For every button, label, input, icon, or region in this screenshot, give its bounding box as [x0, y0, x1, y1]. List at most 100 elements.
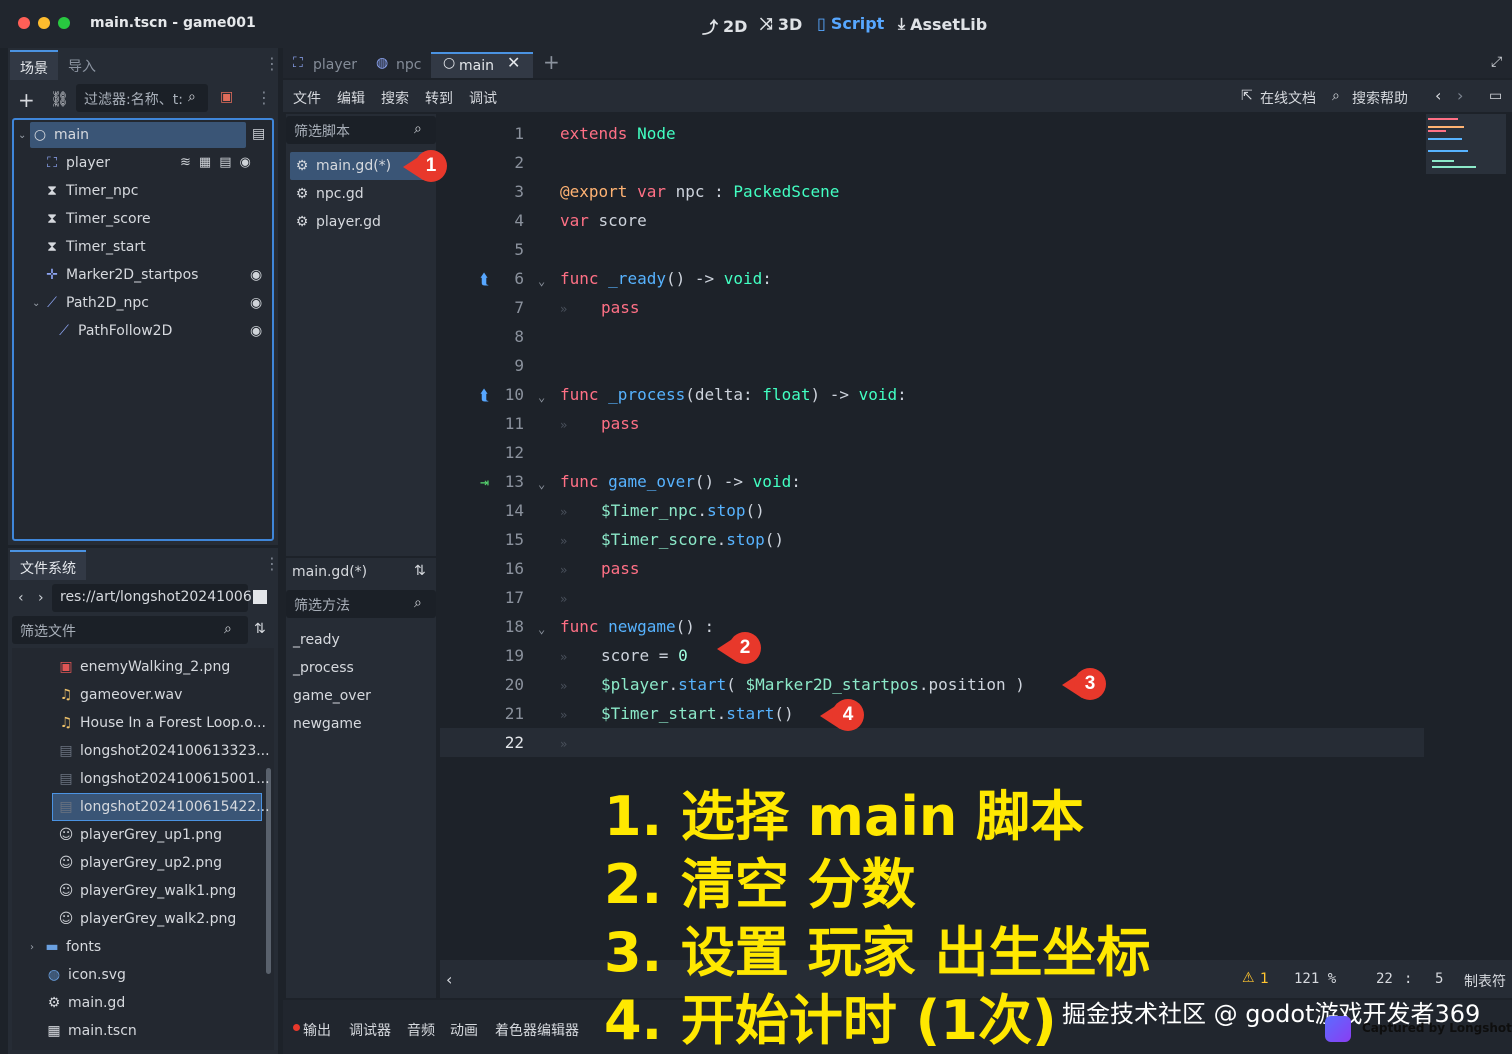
tab-scene[interactable]: 场景 — [10, 50, 58, 80]
zoom-level[interactable]: 121 % — [1294, 971, 1336, 987]
script-icon[interactable]: ▤ — [219, 155, 231, 170]
menu-goto[interactable]: 转到 — [425, 88, 453, 108]
tree-item-path2d[interactable]: ⌄ ⟋ Path2D_npc — [32, 289, 149, 317]
image-icon: ☺ — [58, 855, 74, 871]
toggle-panel-icon[interactable]: ▭ — [1489, 88, 1502, 104]
fullscreen-icon[interactable]: ⤢ — [1491, 54, 1502, 70]
tree-item-timer-start[interactable]: ⧗ Timer_start — [44, 233, 146, 261]
file-item[interactable]: ⚙ main.gd — [46, 989, 125, 1017]
forward-icon[interactable]: › — [38, 590, 44, 606]
file-item[interactable]: ♫ House In a Forest Loop.o... — [58, 709, 266, 737]
window-maximize-button[interactable] — [58, 17, 70, 29]
online-docs-button[interactable]: 在线文档 — [1260, 88, 1316, 108]
method-item[interactable]: _ready — [293, 626, 340, 654]
mode-3d-button[interactable]: ⤨ 3D — [760, 14, 802, 34]
tab-shader-editor[interactable]: 着色器编辑器 — [495, 1020, 579, 1040]
next-icon[interactable]: › — [1457, 86, 1463, 105]
signal-slot-icon[interactable]: ⇥ — [480, 473, 489, 491]
menu-debug[interactable]: 调试 — [469, 88, 497, 108]
mode-script-button[interactable]: ▯ Script — [817, 14, 884, 33]
view-toggle-icon[interactable] — [253, 590, 267, 604]
back-icon[interactable]: ‹ — [18, 590, 24, 606]
tree-item-marker2d[interactable]: ✛ Marker2D_startpos — [44, 261, 198, 289]
fold-icon[interactable]: ⌄ — [538, 477, 545, 491]
close-icon[interactable]: ✕ — [507, 53, 520, 72]
tab-player[interactable]: player — [305, 52, 365, 78]
visibility-eye-icon[interactable]: ◉ — [250, 267, 262, 283]
file-item[interactable]: ▤ longshot2024100615001... — [58, 765, 269, 793]
mode-2d-button[interactable]: ⤴ 2D — [702, 14, 747, 38]
script-item-player[interactable]: ⚙ player.gd — [294, 208, 381, 236]
file-item[interactable]: ▤ longshot2024100613323... — [58, 737, 269, 765]
method-item[interactable]: newgame — [293, 710, 362, 738]
tree-item-timer-npc[interactable]: ⧗ Timer_npc — [44, 177, 138, 205]
tab-npc[interactable]: npc — [388, 52, 429, 78]
fold-icon[interactable]: ⌄ — [538, 274, 545, 288]
warning-icon[interactable]: ⚠ — [1242, 970, 1255, 986]
folder-item[interactable]: › ▬ fonts — [30, 933, 101, 961]
dock-menu-icon[interactable]: ⋮ — [264, 554, 280, 573]
file-item[interactable]: ☺ playerGrey_walk2.png — [58, 905, 237, 933]
tab-audio[interactable]: 音频 — [407, 1020, 435, 1040]
signal-connection-icon[interactable]: ⮬ — [480, 270, 489, 288]
file-item[interactable]: ♫ gameover.wav — [58, 681, 183, 709]
prev-icon[interactable]: ‹ — [1435, 86, 1441, 105]
menu-file[interactable]: 文件 — [293, 88, 321, 108]
method-item[interactable]: game_over — [293, 682, 371, 710]
file-item[interactable]: ☺ playerGrey_up2.png — [58, 849, 222, 877]
script-item-main[interactable]: ⚙ main.gd(*) — [294, 152, 391, 180]
signal-connection-icon[interactable]: ⮬ — [480, 386, 489, 404]
search-help-button[interactable]: 搜索帮助 — [1352, 88, 1408, 108]
code-line: $Timer_score.stop() — [601, 530, 785, 549]
tree-item-player[interactable]: ⛶ player — [44, 149, 110, 177]
signal-icon[interactable]: ≋ — [180, 155, 191, 170]
fold-icon[interactable]: ⌄ — [538, 390, 545, 404]
file-item[interactable]: ☺ playerGrey_up1.png — [58, 821, 222, 849]
code-line: @export var npc : PackedScene — [560, 182, 840, 201]
menu-edit[interactable]: 编辑 — [337, 88, 365, 108]
script-icon[interactable]: ▤ — [252, 126, 265, 142]
menu-search[interactable]: 搜索 — [381, 88, 409, 108]
clapper-icon[interactable]: ▦ — [199, 155, 211, 170]
script-tab-bar: ⛶ player ◍ npc main ○ ✕ + ⤢ — [283, 48, 1512, 78]
file-item[interactable]: ☺ playerGrey_walk1.png — [58, 877, 237, 905]
fold-icon[interactable]: ⌄ — [538, 622, 545, 636]
file-item[interactable]: ▣ enemyWalking_2.png — [58, 653, 230, 681]
tab-animation[interactable]: 动画 — [450, 1020, 478, 1040]
method-item[interactable]: _process — [293, 654, 354, 682]
code-minimap[interactable] — [1426, 114, 1506, 174]
script-item-npc[interactable]: ⚙ npc.gd — [294, 180, 364, 208]
file-item[interactable]: ◍ icon.svg — [46, 961, 126, 989]
tree-item-main[interactable]: ⌄ ○ main — [18, 121, 89, 149]
file-item[interactable]: ▦ main.tscn — [46, 1017, 136, 1045]
tab-filesystem[interactable]: 文件系统 — [10, 550, 86, 580]
mode-assetlib-button[interactable]: ⤓ AssetLib — [898, 14, 987, 34]
script-attach-icon[interactable]: ▣ — [220, 89, 233, 105]
visibility-eye-icon[interactable]: ◉ — [250, 323, 262, 339]
warning-count[interactable]: 1 — [1260, 971, 1269, 987]
indent-mode[interactable]: 制表符 — [1464, 971, 1506, 991]
tab-debugger[interactable]: 调试器 — [349, 1020, 391, 1040]
scene-menu-icon[interactable]: ⋮ — [256, 88, 272, 107]
sort-icon[interactable]: ⇅ — [414, 563, 426, 579]
visibility-eye-icon[interactable]: ◉ — [240, 155, 251, 170]
dock-menu-icon[interactable]: ⋮ — [264, 54, 280, 73]
window-minimize-button[interactable] — [38, 17, 50, 29]
file-item-selected[interactable]: ▤ longshot2024100615422... — [58, 793, 269, 821]
visibility-eye-icon[interactable]: ◉ — [250, 295, 262, 311]
tree-item-timer-score[interactable]: ⧗ Timer_score — [44, 205, 151, 233]
collapse-icon[interactable]: ‹ — [446, 970, 452, 989]
path-field[interactable]: res://art/longshot20241006 — [52, 584, 252, 612]
add-node-icon[interactable]: + — [18, 88, 35, 112]
window-close-button[interactable] — [18, 17, 30, 29]
tree-item-pathfollow2d[interactable]: ⟋ PathFollow2D — [56, 317, 172, 345]
tab-output[interactable]: 输出 — [303, 1020, 331, 1040]
add-tab-icon[interactable]: + — [543, 50, 560, 74]
sort-icon[interactable]: ⇅ — [254, 621, 266, 637]
link-icon[interactable]: ⛓ — [50, 90, 69, 108]
file-filter-input[interactable]: 筛选文件 — [12, 616, 248, 644]
line-number: 3 — [514, 182, 524, 201]
code-line: score = 0 — [601, 646, 688, 665]
pathfollow-icon: ⟋ — [59, 323, 69, 339]
tab-import[interactable]: 导入 — [58, 50, 106, 80]
